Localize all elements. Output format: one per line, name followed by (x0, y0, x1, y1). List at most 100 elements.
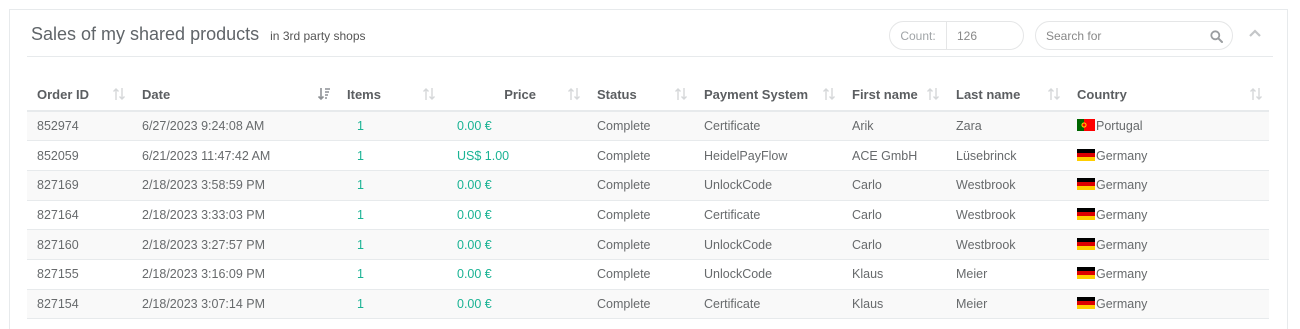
sales-panel: Sales of my shared products in 3rd party… (9, 9, 1288, 329)
cell-order-id: 852059 (27, 140, 132, 171)
search-box (1035, 21, 1233, 50)
cell-date: 2/18/2023 3:27:57 PM (132, 229, 337, 260)
cell-payment-system: Certificate (694, 289, 842, 320)
portugal-flag-icon (1077, 119, 1095, 132)
cell-last-name: Westbrook (946, 200, 1067, 231)
cell-status: Complete (587, 259, 694, 290)
column-header-first-name[interactable]: First name (842, 77, 946, 112)
cell-status: Complete (587, 229, 694, 260)
cell-payment-system: UnlockCode (694, 229, 842, 260)
country-name: Germany (1096, 296, 1148, 311)
sort-icon[interactable] (674, 86, 688, 102)
table-header-row: Order ID Date Items Price Status Payment… (27, 77, 1269, 112)
chevron-up-icon[interactable] (1247, 27, 1263, 39)
sort-icon[interactable] (926, 86, 940, 102)
search-input[interactable] (1046, 27, 1206, 45)
cell-price: 0.00 € (442, 229, 587, 260)
panel-subtitle: in 3rd party shops (270, 29, 366, 43)
column-header-country[interactable]: Country (1067, 77, 1269, 112)
sort-icon[interactable] (822, 86, 836, 102)
cell-status: Complete (587, 289, 694, 320)
cell-price: US$ 1.00 (442, 140, 587, 171)
cell-payment-system: Certificate (694, 111, 842, 142)
cell-payment-system: UnlockCode (694, 170, 842, 201)
cell-items: 1 (337, 200, 442, 231)
table-row[interactable]: 852974 6/27/2023 9:24:08 AM 1 0.00 € Complet… (27, 111, 1269, 142)
cell-first-name: ACE GmbH (842, 140, 946, 171)
cell-order-id: 827160 (27, 229, 132, 260)
panel-title: Sales of my shared products in 3rd party… (31, 24, 366, 45)
cell-first-name: Klaus (842, 259, 946, 290)
germany-flag-icon (1077, 178, 1095, 191)
count-value: 126 (957, 28, 978, 43)
cell-price: 0.00 € (442, 200, 587, 231)
table-row[interactable]: 852059 6/21/2023 11:47:42 AM 1 US$ 1.00 Comp… (27, 140, 1269, 171)
cell-date: 2/18/2023 3:07:14 PM (132, 289, 337, 320)
table-body: 852974 6/27/2023 9:24:08 AM 1 0.00 € Complet… (27, 111, 1269, 320)
column-header-order-id[interactable]: Order ID (27, 77, 132, 112)
table-row[interactable]: 827160 2/18/2023 3:27:57 PM 1 0.00 € Complet… (27, 229, 1269, 260)
germany-flag-icon (1077, 148, 1095, 161)
panel-header: Sales of my shared products in 3rd party… (27, 10, 1273, 57)
cell-first-name: Carlo (842, 229, 946, 260)
column-header-last-name[interactable]: Last name (946, 77, 1067, 112)
country-name: Germany (1096, 207, 1148, 222)
cell-items: 1 (337, 259, 442, 290)
sort-icon[interactable] (1249, 86, 1263, 102)
cell-last-name: Meier (946, 289, 1067, 320)
cell-country: Portugal (1067, 111, 1269, 142)
country-name: Germany (1096, 237, 1148, 252)
cell-payment-system: HeidelPayFlow (694, 140, 842, 171)
cell-date: 2/18/2023 3:33:03 PM (132, 200, 337, 231)
sort-icon[interactable] (422, 86, 436, 102)
cell-last-name: Westbrook (946, 170, 1067, 201)
cell-items: 1 (337, 140, 442, 171)
germany-flag-icon (1077, 207, 1095, 220)
column-header-items[interactable]: Items (337, 77, 442, 112)
cell-country: Germany (1067, 259, 1269, 290)
table-row[interactable]: 827155 2/18/2023 3:16:09 PM 1 0.00 € Complet… (27, 259, 1269, 290)
column-header-price[interactable]: Price (442, 77, 587, 112)
sort-icon[interactable] (1047, 86, 1061, 102)
sales-table: Order ID Date Items Price Status Payment… (27, 77, 1269, 320)
cell-first-name: Klaus (842, 289, 946, 320)
germany-flag-icon (1077, 237, 1095, 250)
cell-order-id: 852974 (27, 111, 132, 142)
count-label: Count: (890, 22, 947, 49)
cell-first-name: Carlo (842, 200, 946, 231)
cell-price: 0.00 € (442, 259, 587, 290)
table-row[interactable]: 827164 2/18/2023 3:33:03 PM 1 0.00 € Complet… (27, 200, 1269, 231)
table-row[interactable]: 827169 2/18/2023 3:58:59 PM 1 0.00 € Complet… (27, 170, 1269, 201)
panel-title-text: Sales of my shared products (31, 24, 260, 44)
cell-first-name: Carlo (842, 170, 946, 201)
cell-order-id: 827155 (27, 259, 132, 290)
table-row[interactable]: 827154 2/18/2023 3:07:14 PM 1 0.00 € Complet… (27, 289, 1269, 320)
column-header-status[interactable]: Status (587, 77, 694, 112)
country-name: Germany (1096, 178, 1148, 193)
sort-icon[interactable] (112, 86, 126, 102)
cell-last-name: Lüsebrinck (946, 140, 1067, 171)
country-name: Portugal (1096, 119, 1143, 134)
cell-status: Complete (587, 170, 694, 201)
cell-price: 0.00 € (442, 111, 587, 142)
cell-status: Complete (587, 200, 694, 231)
cell-price: 0.00 € (442, 289, 587, 320)
cell-price: 0.00 € (442, 170, 587, 201)
cell-payment-system: Certificate (694, 200, 842, 231)
cell-date: 6/21/2023 11:47:42 AM (132, 140, 337, 171)
country-name: Germany (1096, 267, 1148, 282)
cell-date: 6/27/2023 9:24:08 AM (132, 111, 337, 142)
cell-status: Complete (587, 111, 694, 142)
cell-first-name: Arik (842, 111, 946, 142)
sort-desc-icon[interactable] (317, 86, 331, 102)
cell-country: Germany (1067, 289, 1269, 320)
cell-country: Germany (1067, 170, 1269, 201)
germany-flag-icon (1077, 267, 1095, 280)
cell-order-id: 827154 (27, 289, 132, 320)
search-icon[interactable] (1210, 30, 1223, 43)
sort-icon[interactable] (567, 86, 581, 102)
germany-flag-icon (1077, 296, 1095, 309)
column-header-payment-system[interactable]: Payment System (694, 77, 842, 112)
cell-items: 1 (337, 289, 442, 320)
column-header-date[interactable]: Date (132, 77, 337, 112)
